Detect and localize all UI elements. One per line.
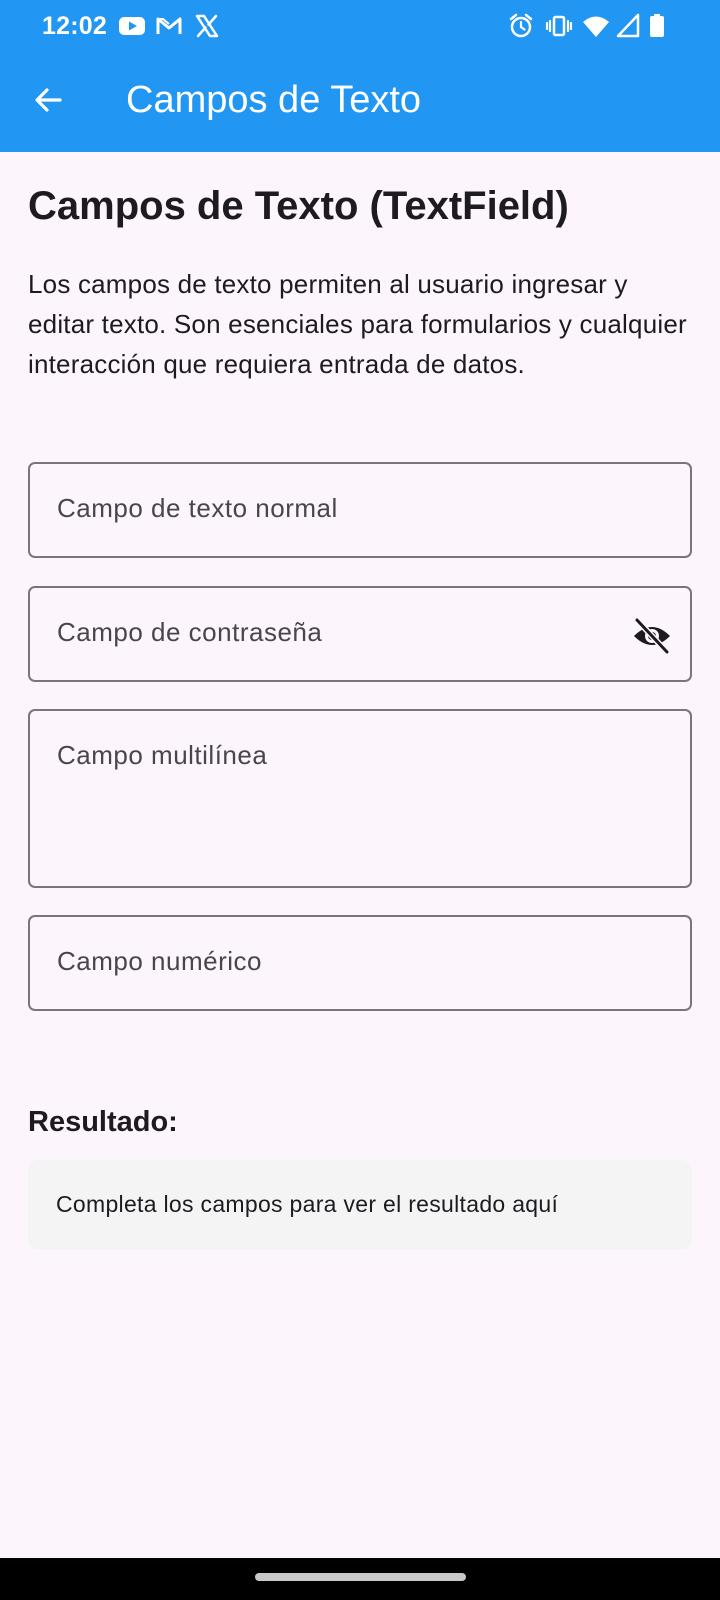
page-title: Campos de Texto (TextField): [28, 184, 569, 228]
multiline-field-placeholder: Campo multilínea: [57, 740, 268, 770]
app-bar-title: Campos de Texto: [126, 79, 422, 121]
result-label: Resultado:: [28, 1106, 178, 1138]
app-bar: Campos de Texto: [0, 52, 720, 152]
status-bar: 12:02: [0, 0, 720, 52]
signal-icon: [616, 12, 640, 40]
text-field-normal[interactable]: Campo de texto normal: [28, 462, 692, 558]
password-field[interactable]: Campo de contraseña: [28, 586, 692, 682]
x-icon: [194, 12, 220, 40]
home-gesture-handle[interactable]: [255, 1573, 466, 1581]
alarm-icon: [508, 12, 534, 40]
visibility-off-icon[interactable]: [632, 616, 672, 656]
text-field-normal-placeholder: Campo de texto normal: [57, 493, 338, 523]
youtube-icon: [118, 12, 146, 40]
status-time: 12:02: [42, 12, 107, 40]
multiline-field[interactable]: Campo multilínea: [28, 709, 692, 888]
battery-icon: [648, 12, 666, 40]
result-text: Completa los campos para ver el resultad…: [56, 1191, 559, 1217]
numeric-field[interactable]: Campo numérico: [28, 915, 692, 1011]
numeric-field-placeholder: Campo numérico: [57, 946, 262, 976]
wifi-icon: [582, 12, 610, 40]
gmail-icon: [155, 12, 183, 40]
navigation-bar: [0, 1558, 720, 1600]
screen: 12:02 Campos de Texto Campos de Texto (T…: [0, 0, 720, 1600]
result-box: Completa los campos para ver el resultad…: [28, 1160, 692, 1250]
back-button[interactable]: [24, 78, 72, 126]
page-description: Los campos de texto permiten al usuario …: [28, 269, 687, 379]
password-field-placeholder: Campo de contraseña: [57, 617, 323, 647]
arrow-left-icon: [32, 84, 64, 121]
vibrate-icon: [545, 12, 573, 40]
